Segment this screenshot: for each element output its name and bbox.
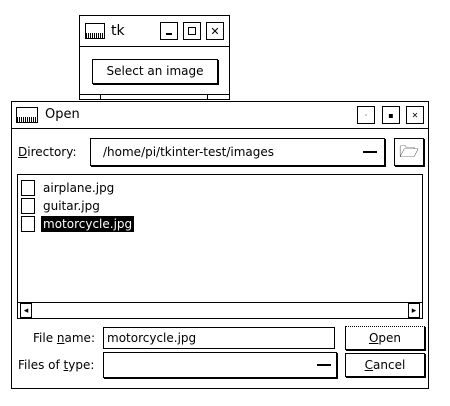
- files-of-type-combobox[interactable]: [103, 352, 337, 378]
- scroll-right-arrow-icon[interactable]: ▸: [408, 303, 420, 318]
- file-name: airplane.jpg: [43, 180, 115, 195]
- list-item[interactable]: airplane.jpg: [21, 179, 116, 196]
- maximize-button[interactable]: [183, 22, 201, 40]
- file-name: guitar.jpg: [43, 198, 100, 213]
- list-item[interactable]: guitar.jpg: [21, 197, 102, 214]
- maximize-icon: ▪: [388, 110, 394, 120]
- file-name-label: File name:: [33, 331, 95, 345]
- cancel-button[interactable]: Cancel: [345, 353, 425, 377]
- open-file-dialog: Open · ▪ ✕ Directory: /home/pi/tkinter-t…: [11, 101, 429, 389]
- tk-main-window: tk ✕ Select an image: [79, 15, 230, 100]
- file-icon: [21, 197, 35, 214]
- dialog-minimize-button[interactable]: ·: [357, 106, 375, 124]
- close-icon: ✕: [210, 24, 220, 38]
- app-icon: [85, 23, 105, 39]
- dialog-title: Open: [45, 107, 80, 122]
- tk-titlebar[interactable]: tk ✕: [80, 16, 229, 47]
- dialog-close-button[interactable]: ✕: [406, 106, 424, 124]
- select-image-button[interactable]: Select an image: [92, 59, 218, 84]
- file-name-input[interactable]: [103, 327, 335, 349]
- window-title: tk: [111, 23, 125, 39]
- dropdown-arrow-icon: [317, 362, 331, 366]
- dialog-app-icon: [16, 107, 38, 123]
- directory-path: /home/pi/tkinter-test/images: [103, 145, 274, 159]
- open-button[interactable]: Open: [345, 326, 425, 350]
- directory-combobox[interactable]: /home/pi/tkinter-test/images: [90, 138, 385, 166]
- minimize-button[interactable]: [160, 22, 178, 40]
- file-icon: [21, 215, 35, 232]
- scroll-left-arrow-icon[interactable]: ◂: [20, 303, 32, 318]
- dropdown-arrow-icon: [363, 149, 377, 153]
- minimize-icon: [166, 32, 172, 35]
- dialog-titlebar[interactable]: Open · ▪ ✕: [12, 102, 428, 129]
- dialog-maximize-button[interactable]: ▪: [382, 106, 400, 124]
- tk-window-bottom-border: [80, 94, 229, 100]
- file-icon: [21, 179, 35, 196]
- horizontal-scrollbar[interactable]: ◂ ▸: [18, 302, 422, 318]
- close-button[interactable]: ✕: [206, 22, 224, 40]
- parent-folder-button[interactable]: 🗁: [394, 138, 424, 166]
- file-list[interactable]: airplane.jpg guitar.jpg motorcycle.jpg ◂…: [17, 174, 423, 319]
- file-name: motorcycle.jpg: [41, 215, 135, 232]
- close-icon: ✕: [411, 110, 419, 120]
- files-of-type-label: Files of type:: [18, 358, 95, 372]
- list-item-selected[interactable]: motorcycle.jpg: [21, 215, 135, 232]
- minimize-icon: ·: [364, 110, 368, 120]
- maximize-icon: [188, 27, 196, 35]
- directory-label: Directory:: [18, 145, 77, 159]
- folder-up-icon: 🗁: [399, 142, 419, 161]
